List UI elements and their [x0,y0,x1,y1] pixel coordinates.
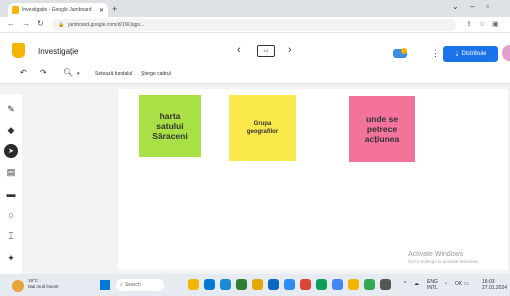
weather-condition: Mai mult însorit [28,284,59,289]
tab-title: Investigație - Google Jamboard [22,7,92,13]
text-box-icon[interactable]: ⌶ [4,229,18,243]
back-icon[interactable]: ← [7,19,15,28]
wifi-icon[interactable]: ◔ [444,281,447,287]
set-background-button[interactable]: Setează fundalul [93,70,134,78]
edit-toolbar: ↶ ↷ 🔍︎ ▾ Setează fundalul Șterge cadrul [0,64,510,84]
next-frame-icon[interactable]: › [288,44,292,56]
weather-icon[interactable] [12,280,24,292]
reload-icon[interactable]: ↻ [37,19,44,28]
onedrive-icon[interactable]: ☁ [414,281,419,287]
search-icon: ⌕ [120,282,123,288]
folder-icon[interactable] [252,279,263,290]
jamboard-logo-icon[interactable] [12,43,25,58]
sticky-note-pink[interactable]: unde se petrece acțiunea [349,96,415,162]
file-explorer-icon[interactable] [220,279,231,290]
previous-frame-icon[interactable]: ‹ [237,44,241,56]
screen: Investigație - Google Jamboard ✕ + ⌄ – ▫… [0,0,510,296]
share-lock-icon: ⇣ [454,51,460,58]
sticky-note-green[interactable]: harta satului Săraceni [139,95,201,157]
share-icon[interactable]: ⇪ [466,20,472,28]
clock[interactable]: 16:03 27.01.2024 [482,279,507,291]
star-icon[interactable]: ☆ [479,20,485,28]
minimize-icon[interactable]: – [470,2,474,11]
app-icon-dark[interactable] [380,279,391,290]
new-tab-button[interactable]: + [112,3,117,15]
widgets-icon[interactable] [188,279,199,290]
tray-chevron-icon[interactable]: ^ [404,281,406,287]
battery-level[interactable]: OK [455,281,462,287]
windows-start-icon[interactable] [100,280,110,290]
taskbar-search-label: Search [124,282,141,288]
undo-icon[interactable]: ↶ [20,68,27,77]
pen-icon[interactable]: ✎ [4,102,18,116]
app-icon-blue[interactable] [284,279,295,290]
document-title[interactable]: Investigație [38,47,78,56]
chevron-down-icon[interactable]: ⌄ [452,2,459,11]
url-input[interactable]: 🔒 jamboard.google.com/d/1WJqgs... [52,19,456,31]
circle-icon[interactable]: ○ [4,208,18,222]
chat-icon[interactable] [204,279,215,290]
url-text: jamboard.google.com/d/1WJqgs... [68,22,145,28]
taskbar-search[interactable]: ⌕ Search [116,279,164,291]
present-badge-icon [401,48,407,54]
browser-address-bar: ← → ↻ 🔒 jamboard.google.com/d/1WJqgs... … [0,17,510,33]
sticky-note-icon[interactable]: ▤ [4,165,18,179]
app-icon-light-blue[interactable] [332,279,343,290]
redo-icon[interactable]: ↷ [40,68,47,77]
activate-windows-watermark: Activate Windows Go to Settings to activ… [408,251,479,264]
laser-icon[interactable]: ✦ [4,251,18,265]
app-header: Investigație ‹ 1/1 › ⋮ ⇣ Distribuie [0,34,510,64]
zoom-dropdown-chevron-icon[interactable]: ▾ [77,71,80,77]
jamboard-favicon-icon [12,6,19,14]
app-icon-teal[interactable] [364,279,375,290]
share-button[interactable]: ⇣ Distribuie [443,46,498,62]
maximize-icon[interactable]: ▫ [486,2,489,11]
add-image-icon[interactable]: ▬ [4,187,18,201]
tool-sidebar: ✎ ◆ ➤ ▤ ▬ ○ ⌶ ✦ [0,94,22,274]
account-avatar[interactable] [502,45,510,61]
windows-taskbar: 19°C Mai mult însorit ⌕ Search ^ ☁ ENG I… [0,274,510,296]
battery-icon[interactable]: ▭ [464,281,469,287]
more-options-icon[interactable]: ⋮ [431,48,440,59]
store-icon[interactable] [268,279,279,290]
weather-widget[interactable]: 19°C Mai mult însorit [28,278,59,290]
app-icon-green[interactable] [316,279,327,290]
tab-close-icon[interactable]: ✕ [99,7,104,14]
watermark-subtitle: Go to Settings to activate Windows. [408,259,480,264]
watermark-title: Activate Windows [408,251,464,258]
share-button-label: Distribuie [461,51,487,57]
app-icon-yellow[interactable] [348,279,359,290]
browser-tab-strip: Investigație - Google Jamboard ✕ + ⌄ – ▫ [0,0,510,17]
edge-icon[interactable] [236,279,247,290]
forward-icon[interactable]: → [22,19,30,28]
lock-icon: 🔒 [58,22,65,28]
clear-frame-button[interactable]: Șterge cadrul [139,70,173,78]
browser-tab-active[interactable]: Investigație - Google Jamboard ✕ [8,3,108,17]
sticky-note-yellow[interactable]: Grupa geografilor [229,95,296,161]
select-icon[interactable]: ➤ [4,144,18,158]
chrome-icon[interactable] [300,279,311,290]
eraser-icon[interactable]: ◆ [4,123,18,137]
extensions-icon[interactable]: ▣ [492,20,499,28]
language-indicator[interactable]: ENG INTL [427,279,438,291]
frame-bar-button[interactable]: 1/1 [257,45,275,57]
zoom-icon[interactable]: 🔍︎ [63,68,73,77]
